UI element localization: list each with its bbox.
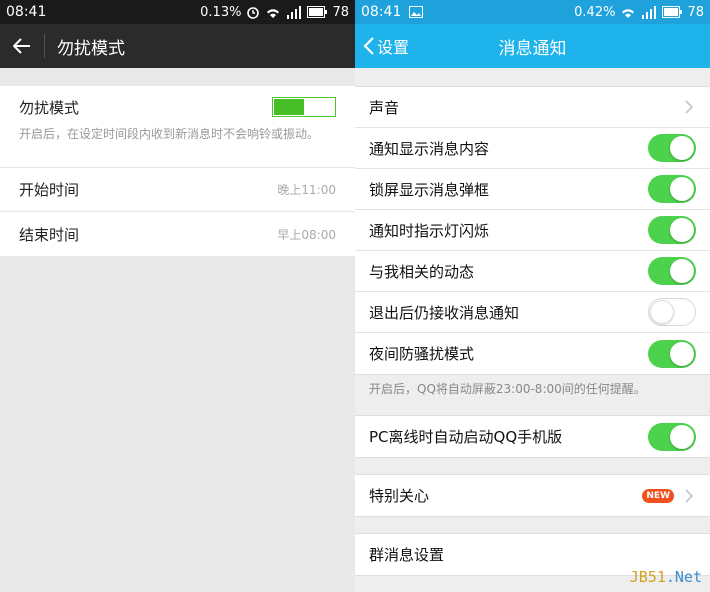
- battery-level: 78: [332, 4, 349, 20]
- night-mode-row[interactable]: 夜间防骚扰模式: [355, 333, 710, 374]
- network-speed: 0.42%: [574, 4, 616, 20]
- row-label: 与我相关的动态: [369, 262, 475, 281]
- new-badge: NEW: [642, 488, 674, 503]
- watermark: JB51.Net: [630, 568, 702, 586]
- row-label: 退出后仍接收消息通知: [369, 303, 520, 322]
- wifi-icon: [622, 8, 635, 18]
- pc-offline-toggle[interactable]: [648, 422, 696, 451]
- app-bar: 勿扰模式: [0, 24, 355, 68]
- end-time-label: 结束时间: [19, 225, 80, 244]
- row-label: 通知显示消息内容: [369, 139, 490, 158]
- dnd-label: 勿扰模式: [19, 98, 80, 117]
- wifi-icon: [267, 8, 280, 18]
- status-time: 08:41: [6, 4, 47, 20]
- night-mode-note: 开启后，QQ将自动屏蔽23:00-8:00间的任何提醒。: [369, 382, 646, 396]
- start-time-row[interactable]: 开始时间 晚上11:00: [0, 168, 355, 212]
- pc-offline-row[interactable]: PC离线时自动启动QQ手机版: [355, 416, 710, 457]
- sound-row[interactable]: 声音: [355, 87, 710, 128]
- row-label: 群消息设置: [369, 546, 445, 564]
- settings-card: 勿扰模式 开启后，在设定时间段内收到新消息时不会响铃或振动。 开始时间 晚上11…: [0, 86, 355, 256]
- start-time-value: 晚上11:00: [277, 183, 336, 197]
- chevron-right-icon: [685, 100, 694, 114]
- right-screen: 08:41 0.42% 78 设置 消息通知 声音 通知显示消息内容 锁屏显示消…: [355, 0, 710, 592]
- back-button[interactable]: [0, 24, 44, 68]
- dnd-description: 开启后，在设定时间段内收到新消息时不会响铃或振动。: [19, 127, 320, 141]
- row-label: 特别关心: [369, 487, 430, 505]
- status-bar: 08:41 0.42% 78: [355, 0, 710, 24]
- left-screen: 08:41 0.13% 78 勿扰模式 勿扰模式 开启后，在设定时间段内收到新消…: [0, 0, 355, 592]
- row-label: 通知时指示灯闪烁: [369, 221, 490, 240]
- alarm-icon: [247, 7, 260, 19]
- image-icon: [409, 6, 424, 18]
- battery-icon: [307, 6, 328, 18]
- pc-group: PC离线时自动启动QQ手机版: [355, 415, 710, 458]
- divider: [44, 34, 45, 58]
- network-speed: 0.13%: [200, 4, 242, 20]
- status-time: 08:41: [361, 4, 402, 20]
- lockscreen-popup-toggle[interactable]: [648, 175, 696, 203]
- arrow-left-icon: [13, 38, 30, 54]
- chevron-right-icon: [685, 488, 694, 503]
- receive-after-exit-toggle[interactable]: [648, 298, 696, 326]
- dnd-toggle[interactable]: [272, 97, 336, 117]
- back-label: 设置: [377, 38, 410, 57]
- show-content-toggle[interactable]: [648, 134, 696, 162]
- watermark-part1: JB51: [629, 568, 666, 586]
- back-button[interactable]: 设置: [363, 24, 409, 68]
- show-content-row[interactable]: 通知显示消息内容: [355, 128, 710, 169]
- signal-icon: [287, 5, 302, 19]
- dnd-row[interactable]: 勿扰模式 开启后，在设定时间段内收到新消息时不会响铃或振动。: [0, 86, 355, 168]
- row-label: 锁屏显示消息弹框: [369, 180, 490, 199]
- status-bar: 08:41 0.13% 78: [0, 0, 355, 24]
- page-title: 勿扰模式: [57, 38, 125, 59]
- related-activity-toggle[interactable]: [648, 257, 696, 285]
- night-mode-toggle[interactable]: [648, 339, 696, 368]
- battery-icon: [662, 6, 683, 18]
- special-group: 特别关心 NEW: [355, 474, 710, 517]
- led-blink-toggle[interactable]: [648, 216, 696, 244]
- led-blink-row[interactable]: 通知时指示灯闪烁: [355, 210, 710, 251]
- lockscreen-popup-row[interactable]: 锁屏显示消息弹框: [355, 169, 710, 210]
- row-label: PC离线时自动启动QQ手机版: [369, 428, 563, 446]
- signal-icon: [642, 5, 657, 19]
- battery-level: 78: [687, 4, 704, 20]
- app-bar: 设置 消息通知: [355, 24, 710, 68]
- related-activity-row[interactable]: 与我相关的动态: [355, 251, 710, 292]
- row-label: 声音: [369, 98, 400, 117]
- chevron-left-icon: [363, 37, 374, 55]
- notification-group: 声音 通知显示消息内容 锁屏显示消息弹框 通知时指示灯闪烁 与我相关的动态 退出…: [355, 86, 710, 375]
- end-time-value: 早上08:00: [277, 227, 336, 242]
- receive-after-exit-row[interactable]: 退出后仍接收消息通知: [355, 292, 710, 333]
- row-label: 夜间防骚扰模式: [369, 345, 475, 363]
- end-time-row[interactable]: 结束时间 早上08:00: [0, 212, 355, 256]
- start-time-label: 开始时间: [19, 181, 80, 199]
- watermark-part2: .Net: [665, 568, 702, 586]
- special-care-row[interactable]: 特别关心 NEW: [355, 475, 710, 516]
